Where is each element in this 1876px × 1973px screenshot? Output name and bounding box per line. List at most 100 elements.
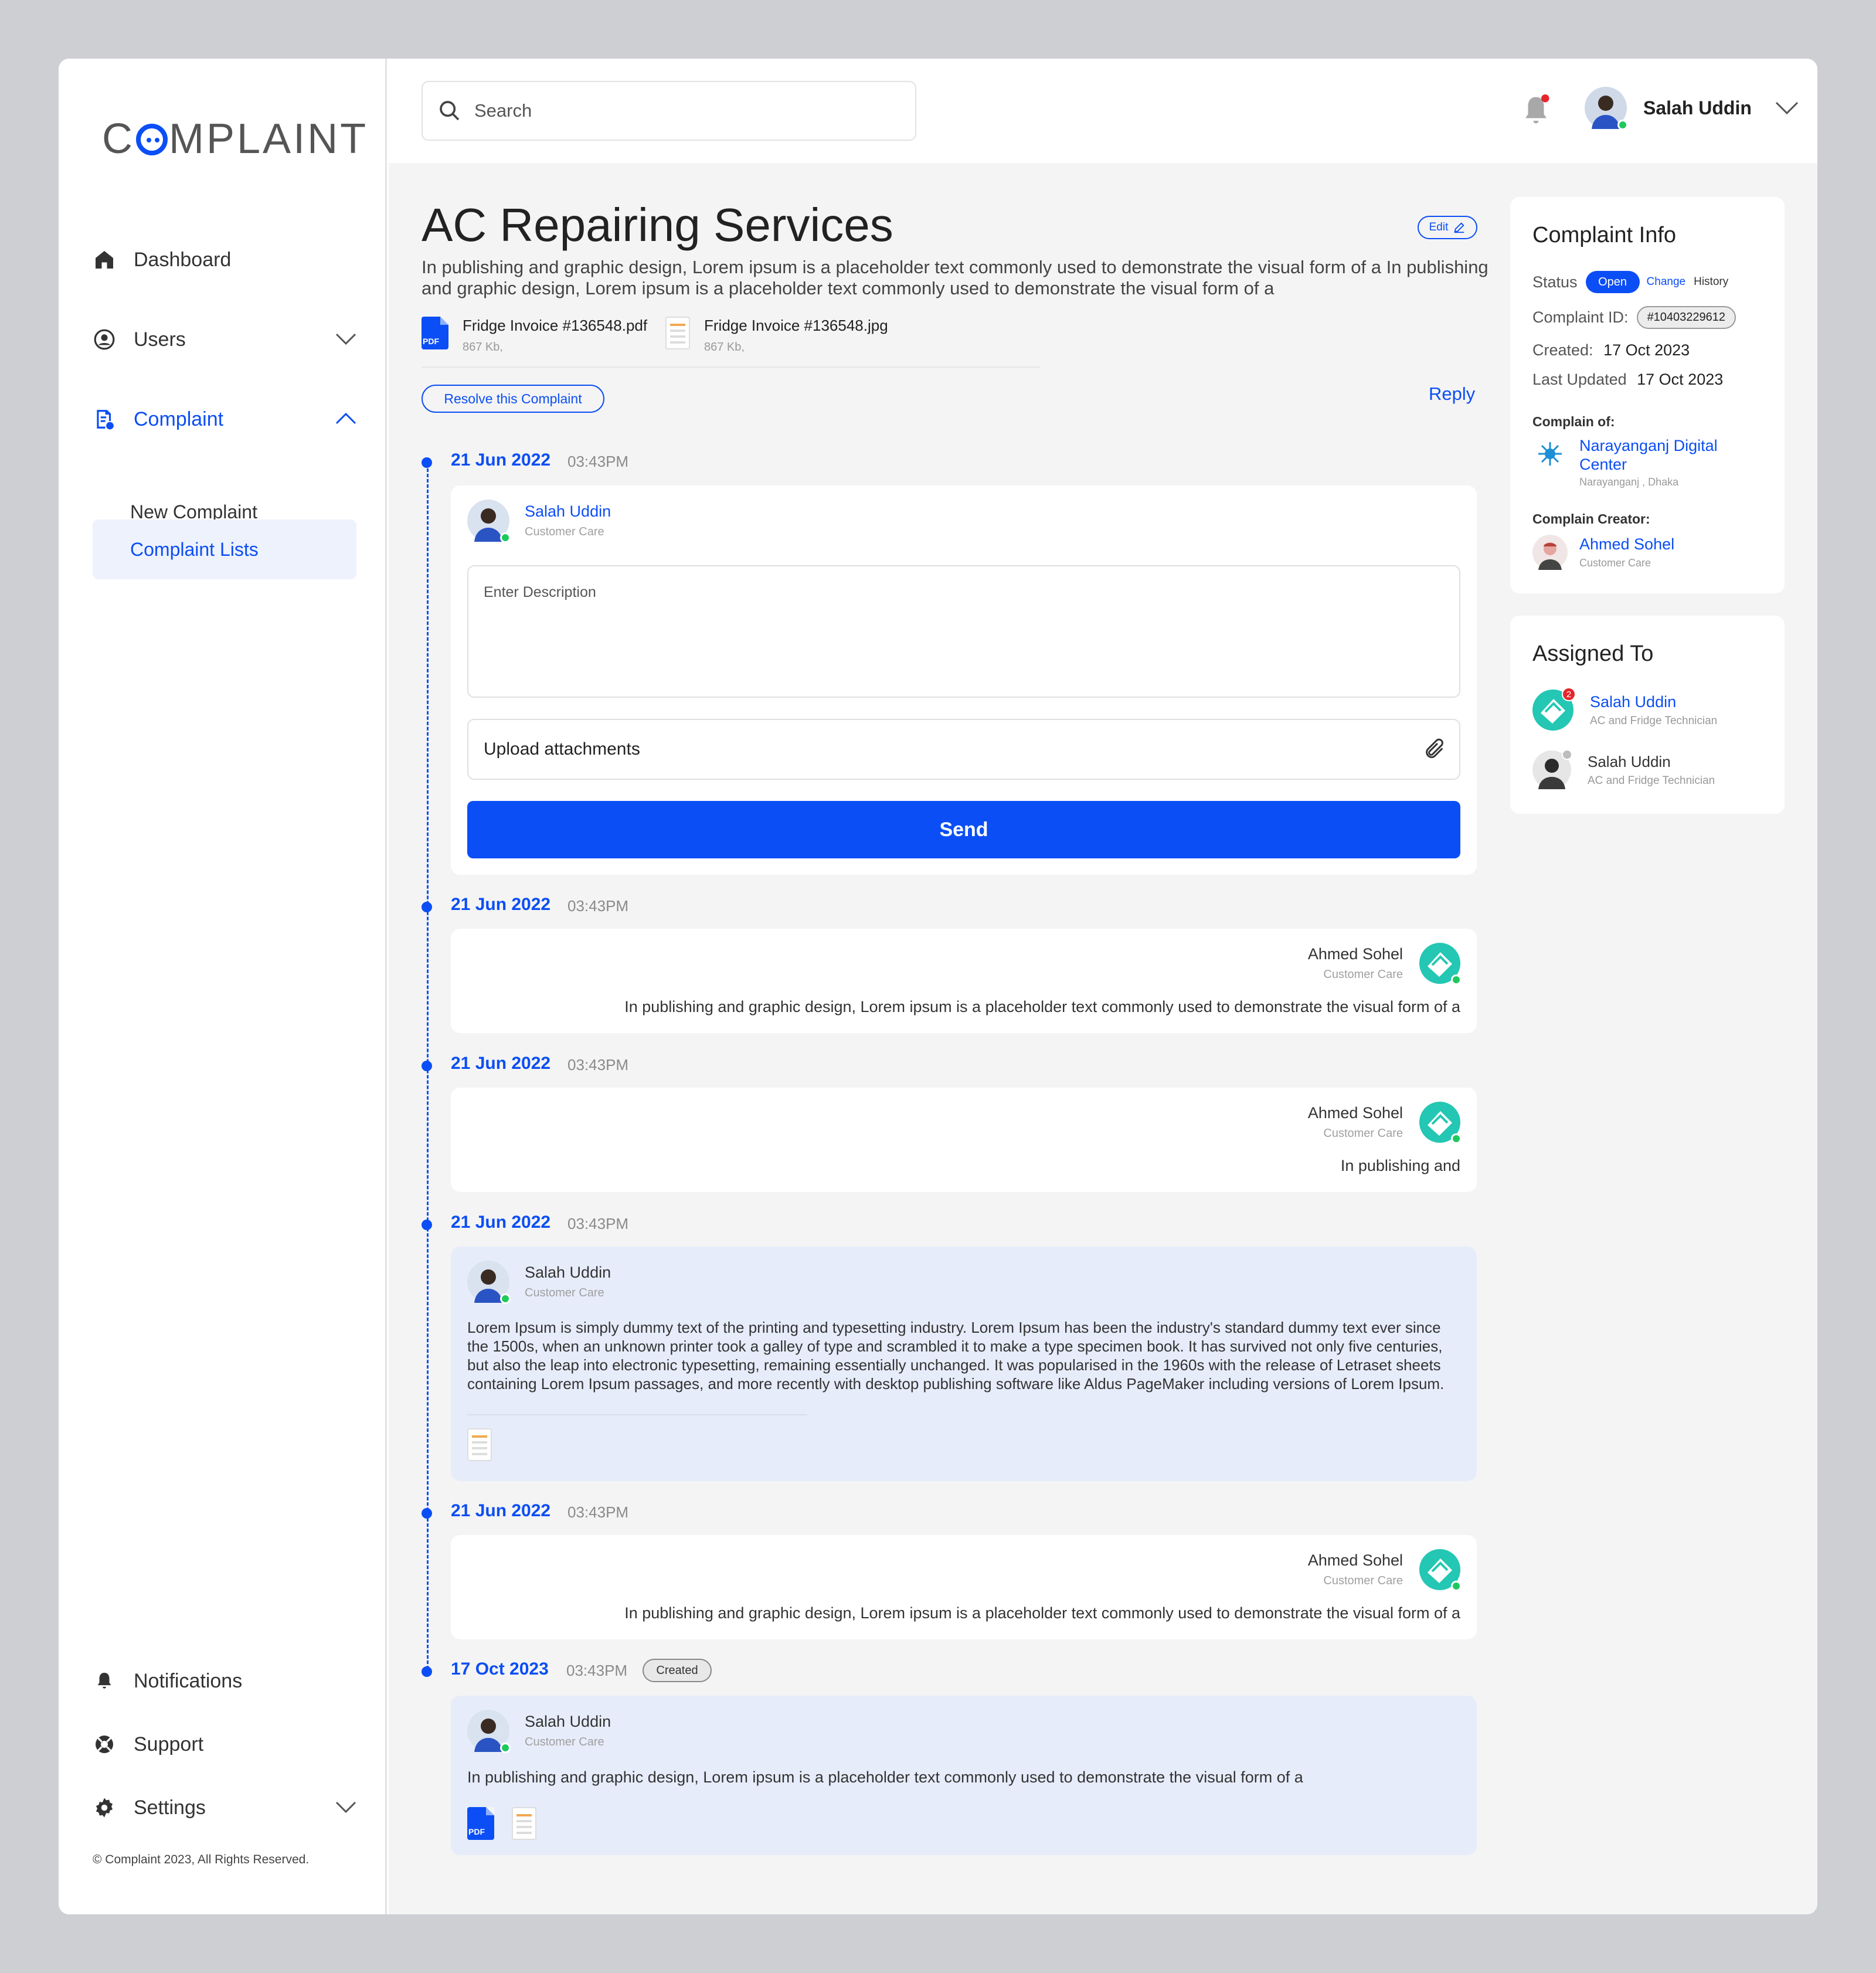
organization-location: Narayanganj , Dhaka: [1579, 476, 1679, 488]
lifebuoy-icon: [93, 1733, 116, 1756]
sidebar-item-support[interactable]: Support: [93, 1730, 356, 1759]
pdf-file-icon[interactable]: PDF: [467, 1807, 494, 1840]
author: Ahmed Sohel Customer Care: [1307, 1549, 1462, 1591]
updated-value: 17 Oct 2023: [1637, 371, 1724, 388]
image-file-thumbnail-icon[interactable]: [467, 1428, 492, 1461]
message-text: Lorem Ipsum is simply dummy text of the …: [467, 1319, 1445, 1393]
attachment-size: 867 Kb,: [704, 341, 745, 354]
sidebar-item-label: Dashboard: [134, 248, 232, 271]
author-name: Salah Uddin: [525, 502, 611, 520]
avatar: [1585, 87, 1628, 130]
history-link[interactable]: History: [1694, 276, 1728, 288]
timeline-dot: [422, 902, 432, 912]
description-textarea[interactable]: Enter Description: [467, 565, 1460, 698]
search-icon: [440, 101, 460, 121]
message-card-highlighted: Salah Uddin Customer Care In publishing …: [451, 1696, 1477, 1855]
timeline-date: 21 Jun 2022: [451, 1054, 551, 1073]
author: Salah Uddin Customer Care: [467, 1261, 611, 1304]
author-name: Ahmed Sohel: [1307, 1104, 1403, 1122]
chevron-up-icon[interactable]: [335, 412, 356, 425]
avatar: [1532, 749, 1572, 789]
edit-button[interactable]: Edit: [1418, 216, 1477, 239]
message-card: Ahmed Sohel Customer Care In publishing …: [451, 1088, 1477, 1192]
author-name: Salah Uddin: [525, 1264, 611, 1281]
creator[interactable]: Ahmed Sohel Customer Care: [1532, 535, 1674, 570]
message-text: In publishing and graphic design, Lorem …: [624, 1604, 1460, 1622]
chevron-down-icon[interactable]: [335, 1801, 356, 1814]
created-label: Created:: [1532, 341, 1593, 359]
chevron-down-icon[interactable]: [335, 332, 356, 345]
complaint-id-label: Complaint ID:: [1532, 308, 1629, 326]
send-button[interactable]: Send: [467, 801, 1460, 858]
sidebar-item-label: Notifications: [134, 1669, 243, 1692]
sidebar-item-users[interactable]: Users: [93, 325, 356, 354]
sidebar-subitem-complaint-lists[interactable]: Complaint Lists: [93, 519, 356, 579]
divider: [467, 1414, 807, 1415]
avatar: [467, 1261, 511, 1304]
paperclip-icon[interactable]: [1423, 738, 1446, 761]
timeline-dot: [422, 1220, 432, 1230]
status-label: Status: [1532, 273, 1578, 291]
pdf-file-icon: PDF: [422, 317, 448, 349]
author: Salah Uddin Customer Care: [467, 500, 611, 543]
updated-row: Last Updated 17 Oct 2023: [1532, 371, 1723, 389]
attachment-name: Fridge Invoice #136548.pdf: [463, 317, 648, 334]
sidebar-item-settings[interactable]: Settings: [93, 1793, 356, 1822]
reply-link[interactable]: Reply: [1429, 383, 1475, 405]
page-title: AC Repairing Services: [422, 199, 893, 251]
creator-label: Complain Creator:: [1532, 511, 1650, 527]
timeline-dot: [422, 457, 432, 468]
sidebar-item-complaint[interactable]: Complaint: [93, 405, 356, 434]
assignee[interactable]: 2 Salah Uddin AC and Fridge Technician: [1532, 687, 1718, 731]
chevron-down-icon[interactable]: [1775, 101, 1799, 115]
assignee[interactable]: Salah Uddin AC and Fridge Technician: [1532, 749, 1715, 789]
divider: [422, 366, 1040, 368]
sidebar-item-notifications[interactable]: Notifications: [93, 1666, 356, 1696]
timeline-date: 17 Oct 2023: [451, 1659, 549, 1679]
electronics-logo-icon: [1532, 436, 1568, 471]
sidebar-item-label: Support: [134, 1733, 204, 1755]
creator-name: Ahmed Sohel: [1579, 535, 1675, 553]
status-indicator: [1562, 749, 1572, 760]
image-file-thumbnail-icon[interactable]: [512, 1807, 536, 1840]
user-name: Salah Uddin: [1643, 97, 1752, 118]
notification-bell-icon[interactable]: [1520, 93, 1552, 131]
online-indicator: [500, 1293, 511, 1304]
created-value: 17 Oct 2023: [1603, 341, 1690, 359]
message-text: In publishing and: [1340, 1157, 1460, 1174]
resolve-complaint-button[interactable]: Resolve this Complaint: [422, 385, 604, 413]
organization[interactable]: Narayanganj Digital Center Narayanganj ,…: [1532, 436, 1755, 488]
creator-role: Customer Care: [1579, 557, 1651, 569]
topbar: Search Salah Uddin: [389, 59, 1817, 163]
sidebar-item-label: Users: [134, 328, 186, 351]
upload-attachments-field[interactable]: Upload attachments: [467, 719, 1460, 780]
author-role: Customer Care: [1323, 1574, 1403, 1587]
author-name: Ahmed Sohel: [1307, 1551, 1403, 1569]
avatar: [1419, 1102, 1462, 1144]
sidebar: C MPLAINT Dashboard Users Complaint New C…: [59, 59, 387, 1914]
assignee-role: AC and Fridge Technician: [1590, 714, 1718, 727]
online-indicator: [1451, 1581, 1462, 1591]
sidebar-item-dashboard[interactable]: Dashboard: [93, 245, 356, 274]
online-indicator: [1617, 120, 1628, 130]
logo[interactable]: C MPLAINT: [102, 115, 368, 163]
sidebar-item-label: Settings: [134, 1796, 206, 1819]
user-menu[interactable]: Salah Uddin: [1585, 87, 1799, 130]
search-input[interactable]: Search: [422, 81, 916, 141]
app-window: C MPLAINT Dashboard Users Complaint New C…: [59, 59, 1817, 1914]
timeline-time: 03:43PM: [567, 453, 629, 470]
complaint-description: In publishing and graphic design, Lorem …: [422, 257, 1488, 298]
created-row: Created: 17 Oct 2023: [1532, 341, 1690, 359]
attachment-pdf[interactable]: PDF Fridge Invoice #136548.pdf 867 Kb,: [422, 317, 647, 354]
assigned-to-card: Assigned To 2 Salah Uddin AC and Fridge …: [1510, 616, 1785, 814]
assignee-name: Salah Uddin: [1590, 692, 1677, 711]
timeline-date: 21 Jun 2022: [451, 450, 551, 470]
message-card: Ahmed Sohel Customer Care In publishing …: [451, 929, 1477, 1033]
user-circle-icon: [93, 328, 116, 351]
change-status-link[interactable]: Change: [1647, 276, 1686, 288]
gear-icon: [93, 1796, 116, 1819]
home-icon: [93, 248, 116, 271]
assignee-name: Salah Uddin: [1588, 752, 1671, 770]
attachment-jpg[interactable]: Fridge Invoice #136548.jpg 867 Kb,: [665, 317, 888, 354]
author: Ahmed Sohel Customer Care: [1307, 1102, 1462, 1144]
